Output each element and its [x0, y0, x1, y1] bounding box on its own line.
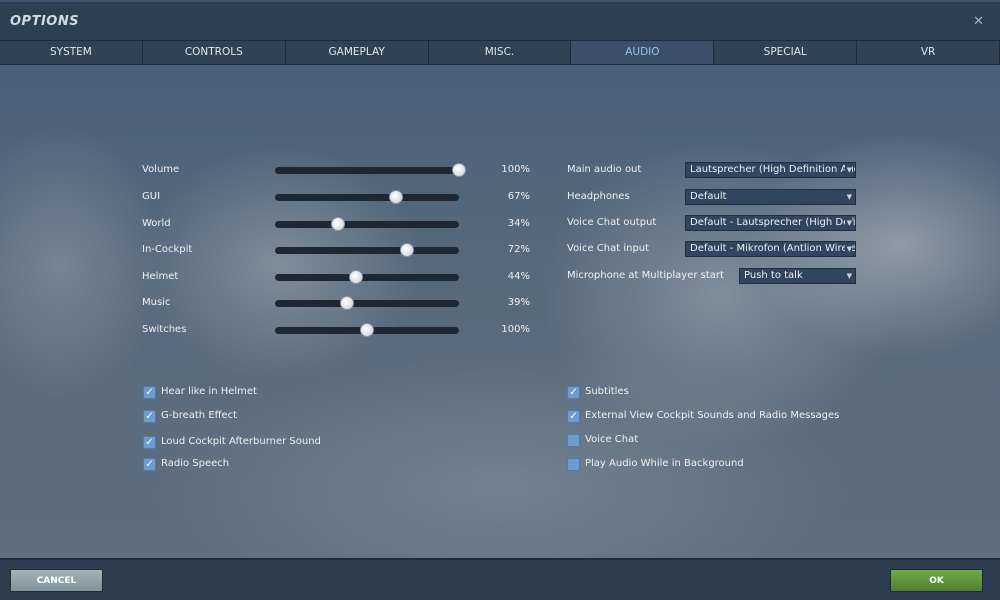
tab-vr[interactable]: VR — [857, 41, 1000, 64]
slider-thumb[interactable] — [452, 163, 466, 177]
slider-label: Volume — [142, 164, 180, 175]
tab-controls[interactable]: CONTROLS — [143, 41, 286, 64]
checkbox-label: Radio Speech — [161, 458, 230, 469]
checkbox-hear-like-in-helmet[interactable]: ✓ — [143, 386, 156, 399]
checkbox-voice-chat[interactable] — [567, 434, 580, 447]
gui-slider[interactable] — [275, 190, 459, 204]
slider-value: 44% — [507, 271, 530, 282]
checkbox-radio-speech[interactable]: ✓ — [143, 458, 156, 471]
checkbox-label: Loud Cockpit Afterburner Sound — [161, 436, 321, 447]
slider-value: 100% — [501, 324, 530, 335]
ok-button[interactable]: OK — [890, 569, 983, 592]
tab-system[interactable]: SYSTEM — [0, 41, 143, 64]
tab-bar: SYSTEM CONTROLS GAMEPLAY MISC. AUDIO SPECIAL V… — [0, 40, 1000, 65]
dropdown-microphone-at-multiplayer-start[interactable]: Push to talk ▼ — [739, 268, 856, 284]
checkbox-label: Subtitles — [585, 386, 629, 397]
dropdown-voice-chat-input[interactable]: Default - Mikrofon (Antlion Wireles ▼ — [685, 241, 856, 257]
slider-value: 39% — [507, 297, 530, 308]
checkbox-label: G-breath Effect — [161, 410, 238, 421]
dropdown-value: Default - Mikrofon (Antlion Wireles — [690, 243, 856, 254]
chevron-down-icon: ▼ — [844, 269, 852, 283]
checkbox-label: Hear like in Helmet — [161, 386, 257, 397]
tab-special[interactable]: SPECIAL — [714, 41, 858, 64]
cloud-background — [0, 65, 1000, 558]
chevron-down-icon: ▼ — [844, 163, 852, 177]
slider-label: Switches — [142, 324, 187, 335]
dropdown-label: Headphones — [567, 191, 630, 202]
slider-label: In-Cockpit — [142, 244, 193, 255]
checkbox-label: External View Cockpit Sounds and Radio M… — [585, 410, 840, 421]
tab-misc[interactable]: MISC. — [429, 41, 572, 64]
dropdown-label: Main audio out — [567, 164, 642, 175]
dropdown-value: Push to talk — [744, 270, 803, 281]
slider-thumb[interactable] — [348, 270, 363, 284]
slider-thumb[interactable] — [330, 217, 345, 231]
tab-gameplay[interactable]: GAMEPLAY — [286, 41, 429, 64]
dropdown-headphones[interactable]: Default ▼ — [685, 189, 856, 205]
dropdown-voice-chat-output[interactable]: Default - Lautsprecher (High Defin ▼ — [685, 215, 856, 231]
title-bar: OPTIONS ✕ — [0, 0, 1000, 40]
chevron-down-icon: ▼ — [844, 190, 852, 204]
checkbox-external-view-cockpit-sounds-and-radio-messages[interactable]: ✓ — [567, 410, 580, 423]
close-icon[interactable]: ✕ — [973, 14, 984, 29]
slider-value: 100% — [501, 164, 530, 175]
dropdown-value: Lautsprecher (High Definition Audi — [690, 164, 856, 175]
volume-slider[interactable] — [275, 163, 466, 177]
slider-label: Helmet — [142, 271, 179, 282]
window-title: OPTIONS — [10, 14, 80, 29]
in-cockpit-slider[interactable] — [275, 243, 459, 257]
cancel-button[interactable]: CANCEL — [10, 569, 103, 592]
dropdown-value: Default - Lautsprecher (High Defin — [690, 217, 856, 228]
checkbox-label: Voice Chat — [585, 434, 639, 445]
slider-value: 67% — [507, 191, 530, 202]
slider-label: Music — [142, 297, 171, 308]
world-slider[interactable] — [275, 217, 459, 231]
dropdown-label: Voice Chat input — [567, 243, 650, 254]
dropdown-label: Voice Chat output — [567, 217, 657, 228]
dropdown-main-audio-out[interactable]: Lautsprecher (High Definition Audi ▼ — [685, 162, 856, 178]
slider-thumb[interactable] — [339, 296, 354, 310]
tab-audio[interactable]: AUDIO — [571, 41, 715, 64]
slider-thumb[interactable] — [360, 323, 374, 337]
chevron-down-icon: ▼ — [844, 242, 852, 256]
helmet-slider[interactable] — [275, 270, 459, 284]
chevron-down-icon: ▼ — [844, 216, 852, 230]
checkbox-g-breath-effect[interactable]: ✓ — [143, 410, 156, 423]
music-slider[interactable] — [275, 296, 459, 310]
slider-label: World — [142, 218, 171, 229]
slider-label: GUI — [142, 191, 161, 202]
checkbox-label: Play Audio While in Background — [585, 458, 744, 469]
checkbox-play-audio-while-in-background[interactable] — [567, 458, 580, 471]
slider-value: 72% — [507, 244, 530, 255]
footer: CANCEL OK — [0, 558, 1000, 600]
dropdown-value: Default — [690, 191, 727, 202]
checkbox-loud-cockpit-afterburner-sound[interactable]: ✓ — [143, 436, 156, 449]
switches-slider[interactable] — [275, 323, 459, 337]
checkbox-subtitles[interactable]: ✓ — [567, 386, 580, 399]
dropdown-label: Microphone at Multiplayer start — [567, 270, 724, 281]
slider-value: 34% — [507, 218, 530, 229]
